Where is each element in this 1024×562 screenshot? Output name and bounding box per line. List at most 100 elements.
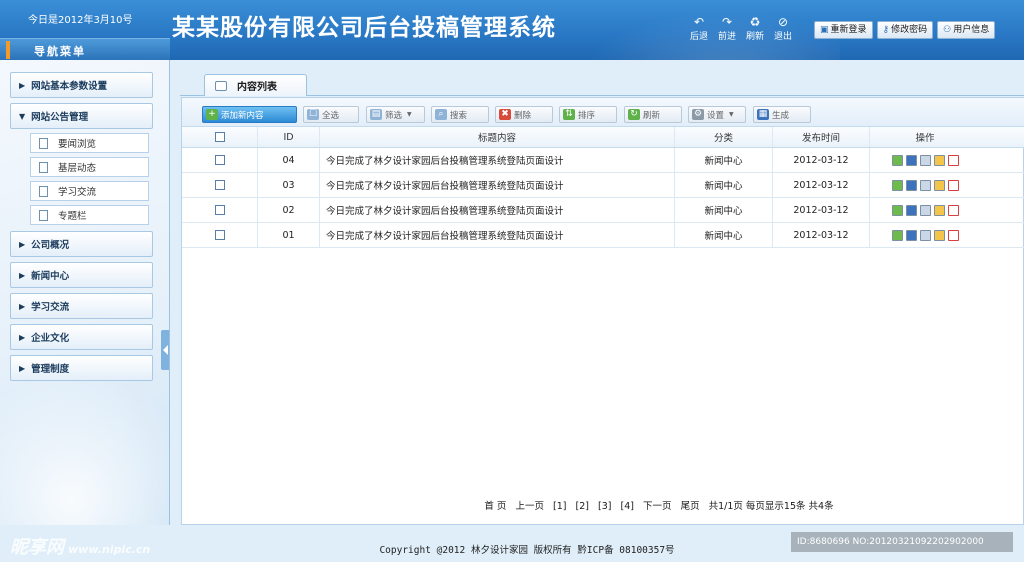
sidebar-subitem[interactable]: 基层动态 [30, 157, 149, 177]
view-icon[interactable] [919, 204, 931, 216]
sidebar-menu: ▶ 网站基本参数设置 ▼ 网站公告管理 要闻浏览 基层动态 学习交流 专题栏 ▶ 公司… [10, 72, 153, 386]
row-checkbox-cell [182, 173, 258, 197]
change-password-button[interactable]: ⚷ 修改密码 [876, 21, 934, 39]
cell-title[interactable]: 今日完成了林夕设计家园后台投稿管理系统登陆页面设计 [320, 198, 675, 222]
filter-button[interactable]: ▤ 筛选 ▼ [366, 106, 425, 123]
exit-button[interactable]: ⊘ 退出 [772, 15, 794, 42]
generate-icon: ▦ [757, 109, 769, 120]
view-icon[interactable] [919, 154, 931, 166]
sidebar-item-news-center[interactable]: ▶ 新闻中心 [10, 262, 153, 288]
search-button[interactable]: ⌕ 搜索 [431, 106, 489, 123]
delete-icon[interactable] [947, 179, 959, 191]
view-icon[interactable] [919, 229, 931, 241]
cell-id: 03 [258, 173, 320, 197]
select-all-button[interactable]: ☐ 全选 [303, 106, 359, 123]
view-icon[interactable] [919, 179, 931, 191]
page-link[interactable]: [3] [598, 501, 611, 512]
select-all-checkbox[interactable] [214, 132, 225, 142]
sidebar-subitem[interactable]: 专题栏 [30, 205, 149, 225]
settings-icon: ⚙ [692, 109, 704, 120]
cell-category: 新闻中心 [675, 198, 773, 222]
cell-title[interactable]: 今日完成了林夕设计家园后台投稿管理系统登陆页面设计 [320, 148, 675, 172]
column-header-category[interactable]: 分类 [675, 127, 773, 147]
relogin-button[interactable]: ▣ 重新登录 [814, 21, 873, 39]
chevron-down-icon: ▼ [407, 111, 412, 118]
page-link[interactable]: [2] [576, 501, 589, 512]
cell-title[interactable]: 今日完成了林夕设计家园后台投稿管理系统登陆页面设计 [320, 223, 675, 247]
account-buttons: ▣ 重新登录 ⚷ 修改密码 ⚇ 用户信息 [814, 21, 996, 39]
add-content-button[interactable]: + 添加新内容 [202, 106, 297, 123]
add-icon: + [206, 109, 218, 120]
row-checkbox-cell [182, 223, 258, 247]
browser-nav-group: ↶ 后退 ↷ 前进 ♻ 刷新 ⊘ 退出 [688, 15, 794, 42]
sidebar-item-announcements[interactable]: ▼ 网站公告管理 [10, 103, 153, 129]
back-button[interactable]: ↶ 后退 [688, 15, 710, 42]
current-date: 今日是2012年3月10号 [28, 15, 133, 26]
table-row[interactable]: 04 今日完成了林夕设计家园后台投稿管理系统登陆页面设计 新闻中心 2012-03-1… [182, 148, 1024, 173]
chevron-right-icon: ▶ [19, 270, 26, 280]
edit-icon[interactable] [891, 154, 903, 166]
forward-icon: ↷ [721, 15, 733, 29]
column-header-actions: 操作 [915, 133, 935, 144]
search-icon: ⌕ [435, 109, 447, 120]
row-action-icons [891, 204, 959, 216]
sidebar-item-learning[interactable]: ▶ 学习交流 [10, 293, 153, 319]
user-info-button[interactable]: ⚇ 用户信息 [937, 21, 996, 39]
sidebar-item-rules[interactable]: ▶ 管理制度 [10, 355, 153, 381]
cell-title[interactable]: 今日完成了林夕设计家园后台投稿管理系统登陆页面设计 [320, 173, 675, 197]
pagination: 首 页 上一页 [1] [2] [3] [4] 下一页 尾页 共1/1页 每页显… [170, 498, 1024, 512]
cell-date: 2012-03-12 [773, 148, 870, 172]
refresh-button[interactable]: ♻ 刷新 [744, 15, 766, 42]
delete-icon[interactable] [947, 229, 959, 241]
column-header-id[interactable]: ID [258, 127, 320, 147]
sidebar-item-culture[interactable]: ▶ 企业文化 [10, 324, 153, 350]
sidebar: ▶ 网站基本参数设置 ▼ 网站公告管理 要闻浏览 基层动态 学习交流 专题栏 ▶ 公司… [0, 60, 170, 525]
copy-icon[interactable] [933, 229, 945, 241]
cell-id: 04 [258, 148, 320, 172]
forward-button[interactable]: ↷ 前进 [716, 15, 738, 42]
book-icon[interactable] [905, 179, 917, 191]
tab-content-list[interactable]: 内容列表 [204, 74, 307, 96]
nav-menu-title: 导航菜单 [34, 45, 86, 58]
edit-icon[interactable] [891, 179, 903, 191]
first-page-link[interactable]: 首 页 [484, 501, 506, 512]
delete-button[interactable]: ✖ 删除 [495, 106, 553, 123]
edit-icon[interactable] [891, 204, 903, 216]
delete-icon[interactable] [947, 154, 959, 166]
refresh-list-button[interactable]: ↻ 刷新 [624, 106, 682, 123]
sidebar-item-site-settings[interactable]: ▶ 网站基本参数设置 [10, 72, 153, 98]
copy-icon[interactable] [933, 204, 945, 216]
document-icon [39, 161, 48, 173]
sidebar-collapse-handle[interactable] [161, 330, 169, 370]
copy-icon[interactable] [933, 154, 945, 166]
sidebar-subitem[interactable]: 学习交流 [30, 181, 149, 201]
table-row[interactable]: 01 今日完成了林夕设计家园后台投稿管理系统登陆页面设计 新闻中心 2012-03-1… [182, 223, 1024, 248]
page-link[interactable]: [1] [553, 501, 566, 512]
settings-button[interactable]: ⚙ 设置 ▼ [688, 106, 746, 123]
edit-icon[interactable] [891, 229, 903, 241]
system-title: 某某股份有限公司后台投稿管理系统 [172, 15, 556, 41]
table-row[interactable]: 02 今日完成了林夕设计家园后台投稿管理系统登陆页面设计 新闻中心 2012-03-1… [182, 198, 1024, 223]
book-icon[interactable] [905, 154, 917, 166]
filter-icon: ▤ [370, 109, 382, 120]
delete-icon[interactable] [947, 204, 959, 216]
book-icon[interactable] [905, 229, 917, 241]
sidebar-subitem[interactable]: 要闻浏览 [30, 133, 149, 153]
sort-button[interactable]: ⇅ 排序 [559, 106, 617, 123]
row-checkbox[interactable] [214, 230, 225, 240]
row-action-icons [891, 229, 959, 241]
table-row[interactable]: 03 今日完成了林夕设计家园后台投稿管理系统登陆页面设计 新闻中心 2012-03-1… [182, 173, 1024, 198]
row-checkbox[interactable] [214, 205, 225, 215]
generate-button[interactable]: ▦ 生成 [753, 106, 811, 123]
row-checkbox[interactable] [214, 180, 225, 190]
column-header-date[interactable]: 发布时间 [773, 127, 870, 147]
copy-icon[interactable] [933, 179, 945, 191]
row-checkbox[interactable] [214, 155, 225, 165]
prev-page-link[interactable]: 上一页 [515, 501, 544, 512]
page-link[interactable]: [4] [621, 501, 634, 512]
sidebar-item-company-overview[interactable]: ▶ 公司概况 [10, 231, 153, 257]
book-icon[interactable] [905, 204, 917, 216]
column-header-title[interactable]: 标题内容 [320, 127, 675, 147]
next-page-link[interactable]: 下一页 [643, 501, 672, 512]
last-page-link[interactable]: 尾页 [681, 501, 700, 512]
